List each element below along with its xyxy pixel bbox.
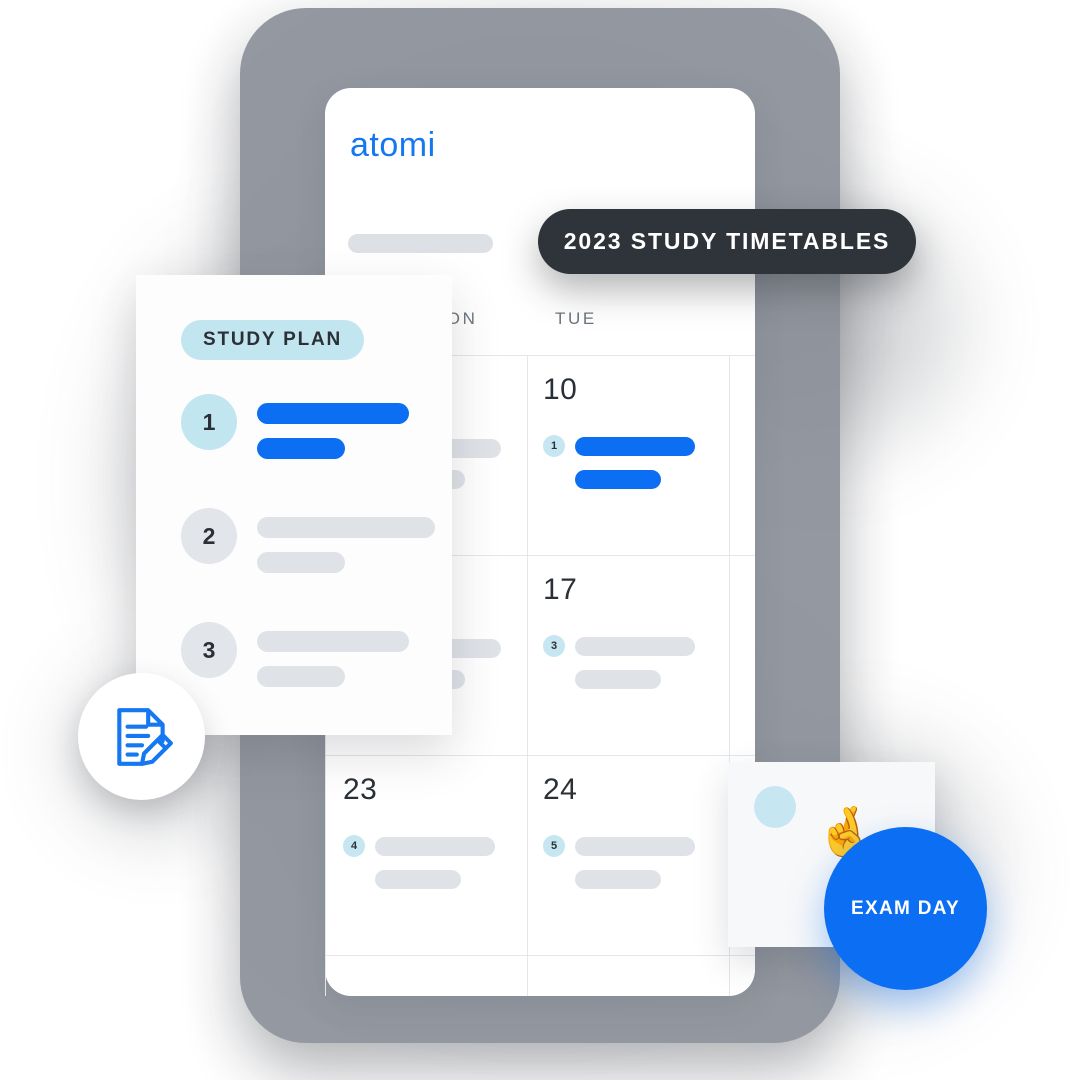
timetables-banner[interactable]: 2023 STUDY TIMETABLES — [538, 209, 916, 274]
calendar-day-number: 23 — [343, 773, 378, 806]
study-plan-bar — [257, 631, 409, 652]
calendar-cell-24[interactable]: 24 5 — [543, 773, 745, 889]
calendar-cell-10[interactable]: 10 1 — [543, 373, 745, 489]
event-bar — [575, 436, 695, 456]
event-bar — [575, 870, 661, 889]
exam-day-button[interactable]: EXAM DAY — [824, 827, 987, 990]
study-plan-row-bars — [257, 394, 409, 459]
event-bar — [575, 670, 661, 689]
study-plan-card: STUDY PLAN 1 2 3 — [136, 275, 452, 735]
study-plan-pill: STUDY PLAN — [181, 320, 365, 360]
event-bar — [575, 636, 695, 656]
event-badge: 4 — [343, 835, 365, 857]
study-plan-row-1[interactable]: 1 — [181, 394, 409, 459]
study-plan-bar — [257, 666, 345, 687]
atomi-logo: atomi — [350, 126, 436, 165]
calendar-cell-23[interactable]: 23 4 — [343, 773, 545, 889]
study-plan-bar — [257, 517, 435, 538]
grid-line — [325, 755, 755, 756]
study-plan-step-number: 3 — [181, 622, 237, 678]
study-plan-row-bars — [257, 622, 409, 687]
document-pencil-badge[interactable] — [78, 673, 205, 800]
calendar-day-number: 17 — [543, 573, 578, 606]
study-plan-bar — [257, 438, 345, 459]
study-plan-row-bars — [257, 508, 435, 573]
weekday-header-tue: TUE — [555, 309, 597, 328]
event-bar — [575, 836, 695, 856]
event-bar — [375, 836, 495, 856]
illustration-canvas: atomi MON TUE 10 1 17 3 23 4 24 5 2023 S… — [0, 0, 1080, 1080]
study-plan-step-number: 1 — [181, 394, 237, 450]
event-bar — [575, 470, 661, 489]
event-badge: 3 — [543, 635, 565, 657]
calendar-day-number: 24 — [543, 773, 578, 806]
event-badge: 1 — [543, 435, 565, 457]
study-plan-row-2[interactable]: 2 — [181, 508, 435, 573]
timetables-banner-label: 2023 STUDY TIMETABLES — [563, 228, 891, 254]
study-plan-pill-label: STUDY PLAN — [203, 329, 343, 350]
study-plan-row-3[interactable]: 3 — [181, 622, 409, 687]
event-bar — [375, 870, 461, 889]
study-plan-step-number: 2 — [181, 508, 237, 564]
atomi-logo-text: atomi — [350, 126, 436, 164]
exam-card-dot — [754, 786, 796, 828]
calendar-day-number: 10 — [543, 373, 578, 406]
study-plan-bar — [257, 552, 345, 573]
document-pencil-icon — [116, 707, 173, 766]
grid-line — [325, 955, 755, 956]
calendar-cell-17[interactable]: 17 3 — [543, 573, 745, 689]
nav-placeholder-bar — [348, 234, 493, 253]
event-badge: 5 — [543, 835, 565, 857]
study-plan-bar — [257, 403, 409, 424]
exam-day-label: EXAM DAY — [851, 897, 960, 919]
